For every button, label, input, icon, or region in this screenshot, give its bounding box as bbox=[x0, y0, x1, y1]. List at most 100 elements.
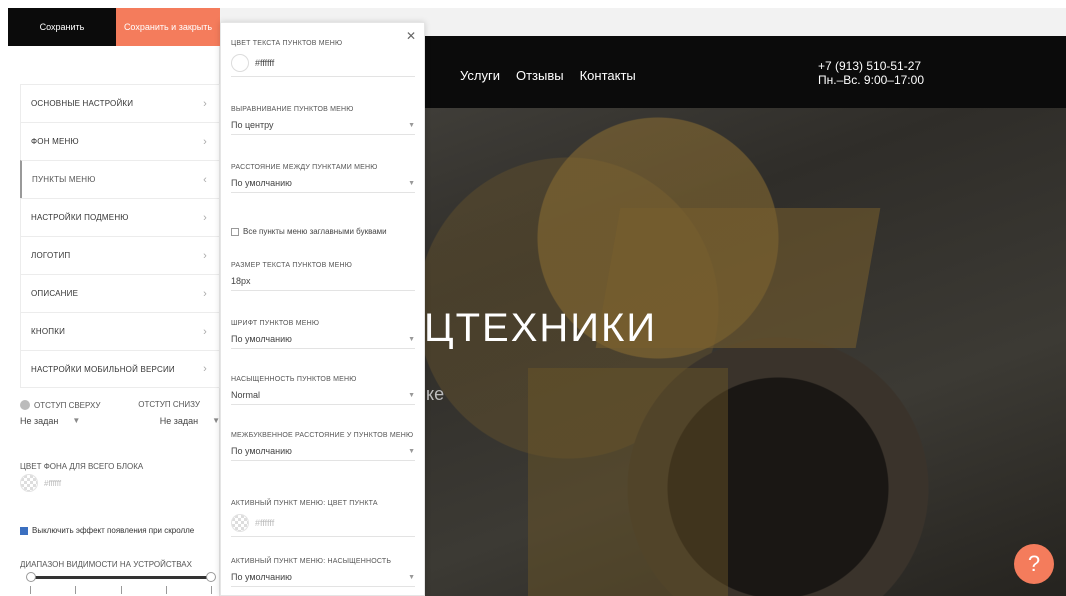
align-label: ВЫРАВНИВАНИЕ ПУНКТОВ МЕНЮ bbox=[231, 106, 354, 113]
menu-item-label: КНОПКИ bbox=[31, 327, 66, 336]
weight-label: НАСЫЩЕННОСТЬ ПУНКТОВ МЕНЮ bbox=[231, 376, 357, 383]
weight-field: НАСЫЩЕННОСТЬ ПУНКТОВ МЕНЮ Normal ▼ bbox=[231, 375, 415, 405]
caret-down-icon: ▼ bbox=[408, 335, 415, 343]
font-size-label: РАЗМЕР ТЕКСТА ПУНКТОВ МЕНЮ bbox=[231, 262, 353, 269]
hero-title: ЦТЕХНИКИ bbox=[424, 306, 658, 350]
menu-item-label: НАСТРОЙКИ МОБИЛЬНОЙ ВЕРСИИ bbox=[31, 364, 175, 374]
bg-color-value: #ffffff bbox=[44, 478, 62, 488]
nav-link-reviews[interactable]: Отзывы bbox=[516, 68, 564, 83]
font-size-field: РАЗМЕР ТЕКСТА ПУНКТОВ МЕНЮ 18px bbox=[231, 261, 415, 291]
spacing-label: РАССТОЯНИЕ МЕЖДУ ПУНКТАМИ МЕНЮ bbox=[231, 164, 378, 171]
bg-color-label: ЦВЕТ ФОНА ДЛЯ ВСЕГО БЛОКА bbox=[20, 462, 144, 471]
text-color-value: #ffffff bbox=[255, 58, 275, 68]
slider-tick bbox=[211, 586, 212, 594]
align-select[interactable]: По центру ▼ bbox=[231, 120, 415, 135]
site-hours: Пн.–Вс. 9:00–17:00 bbox=[818, 73, 924, 87]
align-value: По центру bbox=[231, 120, 274, 130]
padding-bottom-select[interactable]: Не задан ▼ bbox=[160, 416, 220, 426]
save-close-button[interactable]: Сохранить и закрыть bbox=[116, 8, 220, 46]
uppercase-checkbox[interactable]: Все пункты меню заглавными буквами bbox=[231, 227, 387, 236]
chevron-right-icon: › bbox=[203, 97, 207, 110]
slider-ticks bbox=[30, 586, 212, 594]
menu-item-label: НАСТРОЙКИ ПОДМЕНЮ bbox=[31, 213, 129, 222]
action-buttons: Сохранить Сохранить и закрыть bbox=[8, 8, 220, 46]
padding-settings: ОТСТУП СВЕРХУ ОТСТУП СНИЗУ Не задан ▼ Не… bbox=[20, 400, 220, 426]
text-color-label: ЦВЕТ ТЕКСТА ПУНКТОВ МЕНЮ bbox=[231, 40, 343, 47]
letter-spacing-select[interactable]: По умолчанию ▼ bbox=[231, 446, 415, 461]
menu-item-menu-items[interactable]: ПУНКТЫ МЕНЮ ‹ bbox=[20, 160, 220, 198]
chevron-right-icon: › bbox=[203, 287, 207, 300]
active-weight-label: АКТИВНЫЙ ПУНКТ МЕНЮ: НАСЫЩЕННОСТЬ bbox=[231, 558, 392, 565]
letter-spacing-value: По умолчанию bbox=[231, 446, 292, 456]
transparent-swatch bbox=[231, 514, 249, 532]
help-button[interactable]: ? bbox=[1014, 544, 1054, 584]
caret-down-icon: ▼ bbox=[212, 416, 220, 425]
active-color-field: АКТИВНЫЙ ПУНКТ МЕНЮ: ЦВЕТ ПУНКТА #ffffff bbox=[231, 499, 415, 537]
caret-down-icon: ▼ bbox=[408, 573, 415, 581]
active-color-picker[interactable]: #ffffff bbox=[231, 514, 415, 537]
nav-link-contacts[interactable]: Контакты bbox=[580, 68, 636, 83]
hero-subtitle: ке bbox=[426, 384, 445, 404]
menu-item-logo[interactable]: ЛОГОТИП › bbox=[20, 236, 220, 274]
padding-selects: Не задан ▼ Не задан ▼ bbox=[20, 416, 220, 426]
text-color-field: ЦВЕТ ТЕКСТА ПУНКТОВ МЕНЮ #ffffff bbox=[231, 39, 415, 77]
site-contacts: +7 (913) 510-51-27 Пн.–Вс. 9:00–17:00 bbox=[818, 59, 924, 87]
weight-value: Normal bbox=[231, 390, 261, 400]
editor-frame: Услуги Отзывы Контакты +7 (913) 510-51-2… bbox=[8, 8, 1066, 596]
menu-item-description[interactable]: ОПИСАНИЕ › bbox=[20, 274, 220, 312]
nav-link-services[interactable]: Услуги bbox=[460, 68, 500, 83]
slider-tick bbox=[30, 586, 31, 594]
menu-item-main-settings[interactable]: ОСНОВНЫЕ НАСТРОЙКИ › bbox=[20, 84, 220, 122]
site-nav: Услуги Отзывы Контакты bbox=[460, 68, 636, 83]
spacing-field: РАССТОЯНИЕ МЕЖДУ ПУНКТАМИ МЕНЮ По умолча… bbox=[231, 163, 415, 193]
menu-item-label: ФОН МЕНЮ bbox=[31, 137, 79, 146]
caret-down-icon: ▼ bbox=[408, 121, 415, 129]
letter-spacing-field: МЕЖБУКВЕННОЕ РАССТОЯНИЕ У ПУНКТОВ МЕНЮ П… bbox=[231, 431, 415, 461]
link-icon[interactable] bbox=[20, 400, 30, 410]
bg-color-picker[interactable]: #ffffff bbox=[20, 474, 61, 492]
checkbox-checked-icon bbox=[20, 526, 28, 535]
padding-top-label-group: ОТСТУП СВЕРХУ bbox=[20, 400, 100, 410]
menu-item-label: ОПИСАНИЕ bbox=[31, 289, 79, 298]
font-value: По умолчанию bbox=[231, 334, 292, 344]
caret-down-icon: ▼ bbox=[72, 416, 81, 425]
caret-down-icon: ▼ bbox=[408, 179, 415, 187]
settings-panel: Сохранить Сохранить и закрыть ОСНОВНЫЕ Н… bbox=[8, 8, 220, 596]
font-field: ШРИФТ ПУНКТОВ МЕНЮ По умолчанию ▼ bbox=[231, 319, 415, 349]
visibility-label: ДИАПАЗОН ВИДИМОСТИ НА УСТРОЙСТВАХ bbox=[20, 560, 192, 569]
padding-bottom-label: ОТСТУП СНИЗУ bbox=[138, 400, 200, 409]
chevron-right-icon: › bbox=[203, 325, 207, 338]
menu-item-mobile-settings[interactable]: НАСТРОЙКИ МОБИЛЬНОЙ ВЕРСИИ › bbox=[20, 350, 220, 388]
menu-items-settings-panel: ✕ ЦВЕТ ТЕКСТА ПУНКТОВ МЕНЮ #ffffff ВЫРАВ… bbox=[220, 22, 425, 596]
text-color-picker[interactable]: #ffffff bbox=[231, 54, 415, 77]
slider-min-handle[interactable] bbox=[26, 572, 36, 582]
visibility-slider[interactable] bbox=[26, 572, 216, 582]
slider-tick bbox=[75, 586, 77, 594]
padding-top-label: ОТСТУП СВЕРХУ bbox=[34, 400, 101, 410]
site-phone[interactable]: +7 (913) 510-51-27 bbox=[818, 59, 924, 73]
active-weight-value: По умолчанию bbox=[231, 572, 292, 582]
menu-item-label: ПУНКТЫ МЕНЮ bbox=[32, 175, 96, 184]
font-select[interactable]: По умолчанию ▼ bbox=[231, 334, 415, 349]
active-weight-field: АКТИВНЫЙ ПУНКТ МЕНЮ: НАСЫЩЕННОСТЬ По умо… bbox=[231, 557, 415, 587]
align-field: ВЫРАВНИВАНИЕ ПУНКТОВ МЕНЮ По центру ▼ bbox=[231, 105, 415, 135]
checkbox-icon bbox=[231, 227, 239, 236]
font-size-value: 18px bbox=[231, 276, 251, 286]
chevron-right-icon: › bbox=[203, 211, 207, 224]
uppercase-label: Все пункты меню заглавными буквами bbox=[243, 227, 387, 236]
spacing-select[interactable]: По умолчанию ▼ bbox=[231, 178, 415, 193]
spacing-value: По умолчанию bbox=[231, 178, 292, 188]
weight-select[interactable]: Normal ▼ bbox=[231, 390, 415, 405]
menu-item-menu-background[interactable]: ФОН МЕНЮ › bbox=[20, 122, 220, 160]
menu-item-buttons[interactable]: КНОПКИ › bbox=[20, 312, 220, 350]
menu-item-submenu-settings[interactable]: НАСТРОЙКИ ПОДМЕНЮ › bbox=[20, 198, 220, 236]
save-button[interactable]: Сохранить bbox=[8, 8, 116, 46]
font-size-input[interactable]: 18px bbox=[231, 276, 415, 291]
chevron-right-icon: › bbox=[203, 249, 207, 262]
scroll-effect-checkbox[interactable]: Выключить эффект появления при скролле bbox=[20, 526, 194, 535]
active-weight-select[interactable]: По умолчанию ▼ bbox=[231, 572, 415, 587]
letter-spacing-label: МЕЖБУКВЕННОЕ РАССТОЯНИЕ У ПУНКТОВ МЕНЮ bbox=[231, 432, 414, 439]
slider-max-handle[interactable] bbox=[206, 572, 216, 582]
hero-machine-body bbox=[528, 368, 728, 596]
padding-top-select[interactable]: Не задан ▼ bbox=[20, 416, 80, 426]
